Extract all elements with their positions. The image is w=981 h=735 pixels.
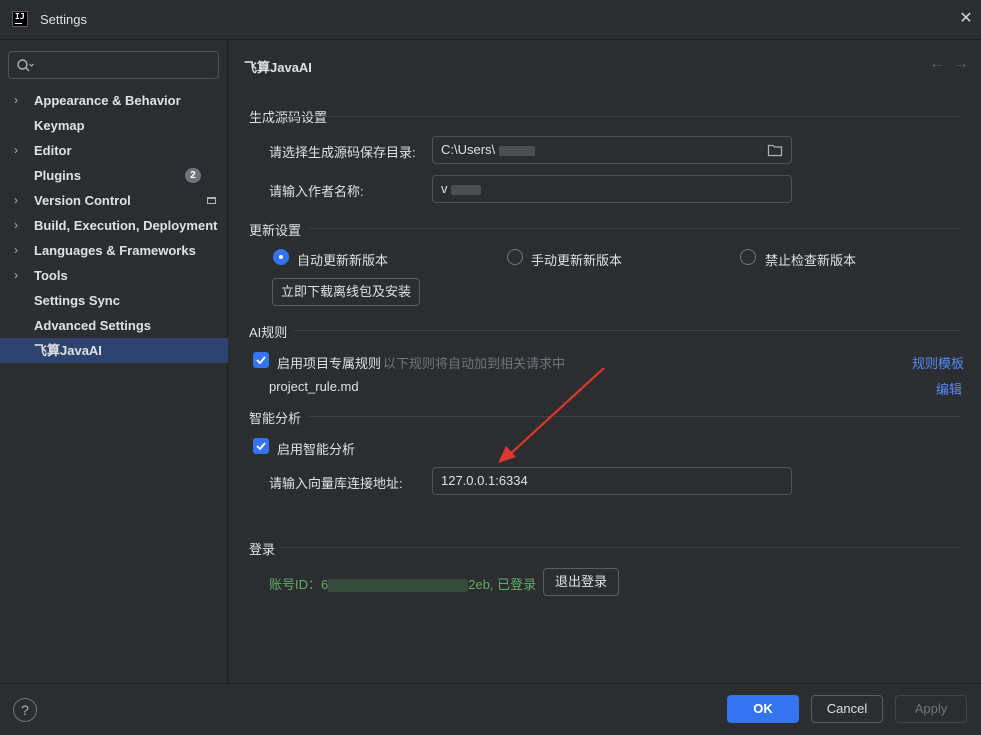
help-icon[interactable]: ? xyxy=(13,698,37,722)
author-name-field[interactable]: v xyxy=(432,175,792,203)
settings-sidebar: › Appearance & Behavior Keymap › Editor … xyxy=(0,41,228,683)
author-name-label: 请输入作者名称: xyxy=(269,184,364,199)
radio-label: 自动更新新版本 xyxy=(297,253,389,268)
author-name-value: v xyxy=(441,181,448,196)
sidebar-item-keymap[interactable]: Keymap xyxy=(0,113,228,138)
section-title-smart-analysis: 智能分析 xyxy=(249,411,302,426)
chevron-right-icon[interactable]: › xyxy=(14,263,26,288)
section-divider xyxy=(309,416,960,417)
arrow-right-icon[interactable]: → xyxy=(953,55,977,72)
sidebar-item-label: Editor xyxy=(34,143,72,158)
sidebar-item-advanced-settings[interactable]: Advanced Settings xyxy=(0,313,228,338)
sidebar-item-plugins[interactable]: Plugins 2 xyxy=(0,163,228,188)
sidebar-item-label: Languages & Frameworks xyxy=(34,243,196,258)
section-title-login: 登录 xyxy=(249,542,276,557)
settings-content-panel: 飞算JavaAI ←→ 生成源码设置 请选择生成源码保存目录: C:\Users… xyxy=(229,41,981,683)
vector-db-address-field[interactable]: 127.0.0.1:6334 xyxy=(432,467,792,495)
vector-db-address-label: 请输入向量库连接地址: xyxy=(269,476,403,491)
redacted-text xyxy=(498,145,535,156)
rule-template-link[interactable]: 规则模板 xyxy=(912,353,964,372)
checkmark-icon xyxy=(256,442,266,451)
radio-label: 禁止检查新版本 xyxy=(765,253,857,268)
source-dir-value: C:\Users\ xyxy=(441,142,496,157)
plugins-update-badge: 2 xyxy=(185,168,201,183)
account-id-suffix: 2eb, 已登录 xyxy=(468,577,537,592)
project-rules-hint: 以下规则将自动加到相关请求中 xyxy=(383,356,566,371)
sidebar-item-build-execution-deployment[interactable]: › Build, Execution, Deployment xyxy=(0,213,228,238)
radio-manual-update[interactable] xyxy=(507,249,523,265)
redacted-text xyxy=(451,184,482,195)
account-status: 账号ID：6 2eb, 已登录 xyxy=(269,574,536,593)
radio-disable-update-check[interactable] xyxy=(740,249,756,265)
sidebar-item-label: Build, Execution, Deployment xyxy=(34,218,218,233)
redacted-account-id xyxy=(328,579,469,593)
sidebar-item-appearance-behavior[interactable]: › Appearance & Behavior xyxy=(0,88,228,113)
sidebar-item-feisuan-javaai[interactable]: 飞算JavaAI xyxy=(0,338,228,363)
enable-project-rules-checkbox[interactable] xyxy=(253,352,269,368)
chevron-right-icon[interactable]: › xyxy=(14,188,26,213)
history-navigation: ←→ xyxy=(929,55,977,73)
sidebar-item-languages-frameworks[interactable]: › Languages & Frameworks xyxy=(0,238,228,263)
section-title-update: 更新设置 xyxy=(249,223,302,238)
account-id-prefix: 账号ID：6 xyxy=(269,577,329,592)
sidebar-item-label: Advanced Settings xyxy=(34,318,152,333)
close-icon[interactable]: ✕ xyxy=(958,10,974,28)
sidebar-item-label: Appearance & Behavior xyxy=(34,93,181,108)
radio-label: 手动更新新版本 xyxy=(531,253,623,268)
arrow-left-icon[interactable]: ← xyxy=(929,55,953,72)
page-title: 飞算JavaAI xyxy=(244,60,312,75)
source-dir-label: 请选择生成源码保存目录: xyxy=(269,145,416,160)
cancel-button[interactable]: Cancel xyxy=(811,695,883,723)
sidebar-item-label: Tools xyxy=(34,268,68,283)
sidebar-item-version-control[interactable]: › Version Control xyxy=(0,188,228,213)
settings-search-box[interactable] xyxy=(8,51,219,79)
source-dir-field[interactable]: C:\Users\ xyxy=(432,136,792,164)
logout-button[interactable]: 退出登录 xyxy=(543,568,619,596)
sidebar-item-label: Keymap xyxy=(34,118,85,133)
section-divider xyxy=(294,330,960,331)
enable-smart-analysis-label: 启用智能分析 xyxy=(277,442,356,457)
search-icon xyxy=(17,59,34,72)
intellij-app-icon: IJ xyxy=(12,11,28,27)
dialog-footer: ? OK Cancel Apply xyxy=(0,683,981,735)
sidebar-item-label: Version Control xyxy=(34,193,131,208)
sidebar-item-editor[interactable]: › Editor xyxy=(0,138,228,163)
search-input[interactable] xyxy=(39,56,209,74)
sidebar-item-label: Plugins xyxy=(34,168,81,183)
sidebar-item-settings-sync[interactable]: Settings Sync xyxy=(0,288,228,313)
section-divider xyxy=(249,116,960,117)
sidebar-item-tools[interactable]: › Tools xyxy=(0,263,228,288)
enable-project-rules-label: 启用项目专属规则 xyxy=(277,356,382,371)
sidebar-item-label: Settings Sync xyxy=(34,293,120,308)
chevron-right-icon[interactable]: › xyxy=(14,238,26,263)
rule-file-name: project_rule.md xyxy=(269,379,359,394)
section-divider xyxy=(281,547,960,548)
chevron-right-icon[interactable]: › xyxy=(14,138,26,163)
folder-icon[interactable] xyxy=(767,143,783,157)
chevron-right-icon[interactable]: › xyxy=(14,88,26,113)
section-divider xyxy=(309,228,960,229)
apply-button[interactable]: Apply xyxy=(895,695,967,723)
window-title: Settings xyxy=(40,12,87,27)
ok-button[interactable]: OK xyxy=(727,695,799,723)
enable-smart-analysis-checkbox[interactable] xyxy=(253,438,269,454)
vector-db-address-value: 127.0.0.1:6334 xyxy=(441,473,528,488)
sidebar-item-label: 飞算JavaAI xyxy=(34,343,102,358)
chevron-right-icon[interactable]: › xyxy=(14,213,26,238)
project-scope-icon xyxy=(207,197,216,204)
radio-auto-update[interactable] xyxy=(273,249,289,265)
section-title-ai-rules: AI规则 xyxy=(249,325,288,340)
download-offline-package-button[interactable]: 立即下载离线包及安装 xyxy=(272,278,420,306)
edit-rule-link[interactable]: 编辑 xyxy=(936,379,962,398)
title-bar: IJ Settings ✕ xyxy=(0,0,981,40)
checkmark-icon xyxy=(256,356,266,365)
